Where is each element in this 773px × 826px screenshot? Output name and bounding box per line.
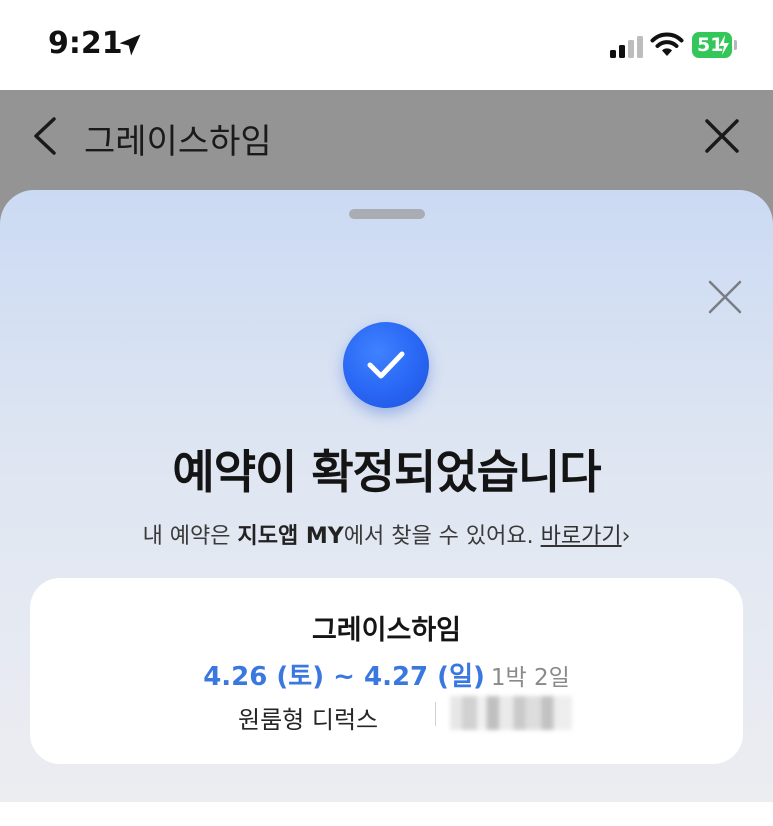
- battery-cap: [734, 40, 737, 50]
- charging-bolt-icon: [719, 35, 729, 55]
- cellular-signal-icon: [610, 36, 643, 58]
- chevron-right-icon[interactable]: ›: [622, 524, 631, 549]
- booking-dates-row: 4.26 (토) ~ 4.27 (일) 1박 2일: [30, 656, 743, 693]
- go-to-link[interactable]: 바로가기: [541, 524, 622, 549]
- checkmark-icon: [367, 351, 405, 379]
- subtitle-prefix: 내 예약은: [142, 524, 238, 549]
- confirmation-subtitle: 내 예약은 지도앱 MY에서 찾을 수 있어요. 바로가기›: [0, 518, 773, 550]
- sheet-grab-handle[interactable]: [349, 209, 425, 219]
- status-time: 9:21: [48, 26, 123, 61]
- divider: [435, 702, 436, 726]
- check-circle-icon: [343, 322, 429, 408]
- close-icon[interactable]: [704, 118, 740, 154]
- wifi-icon: [650, 32, 684, 56]
- bottom-area: [0, 802, 773, 826]
- confirmation-title: 예약이 확정되었습니다: [172, 445, 601, 499]
- status-bar: 9:21 51: [0, 0, 773, 90]
- booking-dates: 4.26 (토) ~ 4.27 (일): [203, 662, 485, 692]
- confirmation-sheet: 예약이 확정되었습니다 내 예약은 지도앱 MY에서 찾을 수 있어요. 바로가…: [0, 190, 773, 802]
- chevron-left-icon[interactable]: [30, 116, 60, 156]
- subtitle-suffix: 에서 찾을 수 있어요.: [343, 524, 534, 549]
- subtitle-app-name: 지도앱 MY: [237, 524, 344, 549]
- booking-nights: 1박 2일: [490, 665, 570, 691]
- page-header: 그레이스하임: [0, 90, 773, 186]
- booking-place-name: 그레이스하임: [311, 615, 462, 646]
- redacted-info: [450, 696, 572, 730]
- location-arrow-icon: [119, 34, 141, 56]
- battery-indicator: 51: [692, 32, 738, 58]
- booking-room-type: 원룸형 디럭스: [238, 706, 379, 734]
- page-title: 그레이스하임: [84, 122, 272, 162]
- booking-card[interactable]: 그레이스하임 4.26 (토) ~ 4.27 (일) 1박 2일 원룸형 디럭스: [30, 578, 743, 764]
- close-icon[interactable]: [708, 280, 742, 314]
